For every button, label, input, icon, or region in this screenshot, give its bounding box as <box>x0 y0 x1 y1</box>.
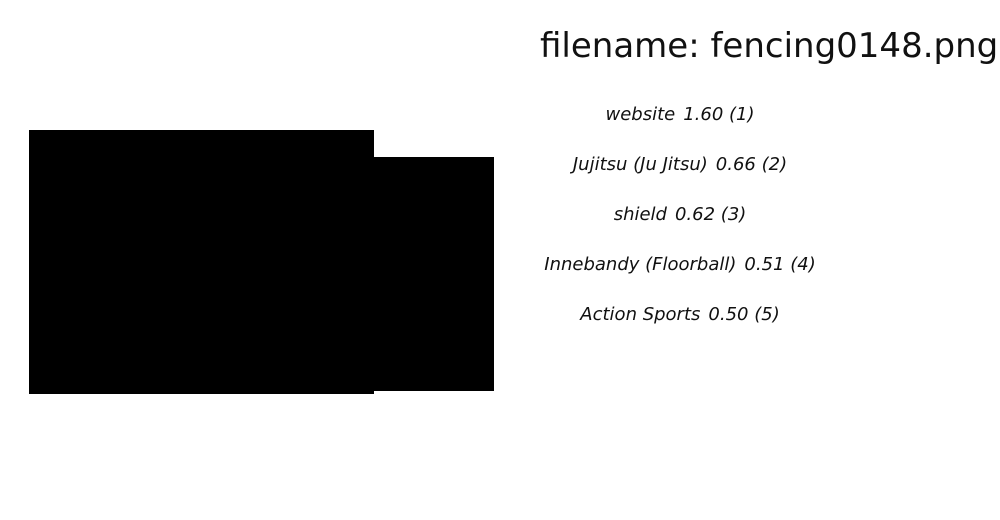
prediction-label: Action Sports <box>580 304 701 325</box>
prediction-label: Innebandy (Floorball) <box>544 254 737 275</box>
image-preview <box>0 0 520 520</box>
prediction-rank: (2) <box>761 154 788 175</box>
prediction-item: website 1.60 (1) <box>520 100 840 150</box>
image-region-side <box>372 157 494 391</box>
prediction-label: shield <box>613 204 667 225</box>
prediction-list: website 1.60 (1) Jujitsu (Ju Jitsu) 0.66 (… <box>520 100 840 350</box>
prediction-rank: (5) <box>754 304 780 325</box>
prediction-label: website <box>605 104 676 125</box>
prediction-score: 0.51 <box>744 254 785 275</box>
prediction-rank: (4) <box>790 254 816 275</box>
prediction-score: 1.60 <box>683 104 724 125</box>
prediction-rank: (1) <box>729 104 755 125</box>
prediction-label: Jujitsu (Ju Jitsu) <box>572 154 708 175</box>
prediction-score: 0.50 <box>708 304 749 325</box>
prediction-score: 0.62 <box>674 204 716 225</box>
prediction-score: 0.66 <box>715 154 756 175</box>
prediction-item: shield 0.62 (3) <box>520 200 840 250</box>
filename-title: filename: fencing0148.png <box>540 26 999 66</box>
prediction-item: Action Sports 0.50 (5) <box>520 300 840 350</box>
image-region-main <box>29 130 374 394</box>
prediction-rank: (3) <box>720 204 747 225</box>
prediction-item: Innebandy (Floorball) 0.51 (4) <box>520 250 840 300</box>
prediction-item: Jujitsu (Ju Jitsu) 0.66 (2) <box>520 150 840 200</box>
